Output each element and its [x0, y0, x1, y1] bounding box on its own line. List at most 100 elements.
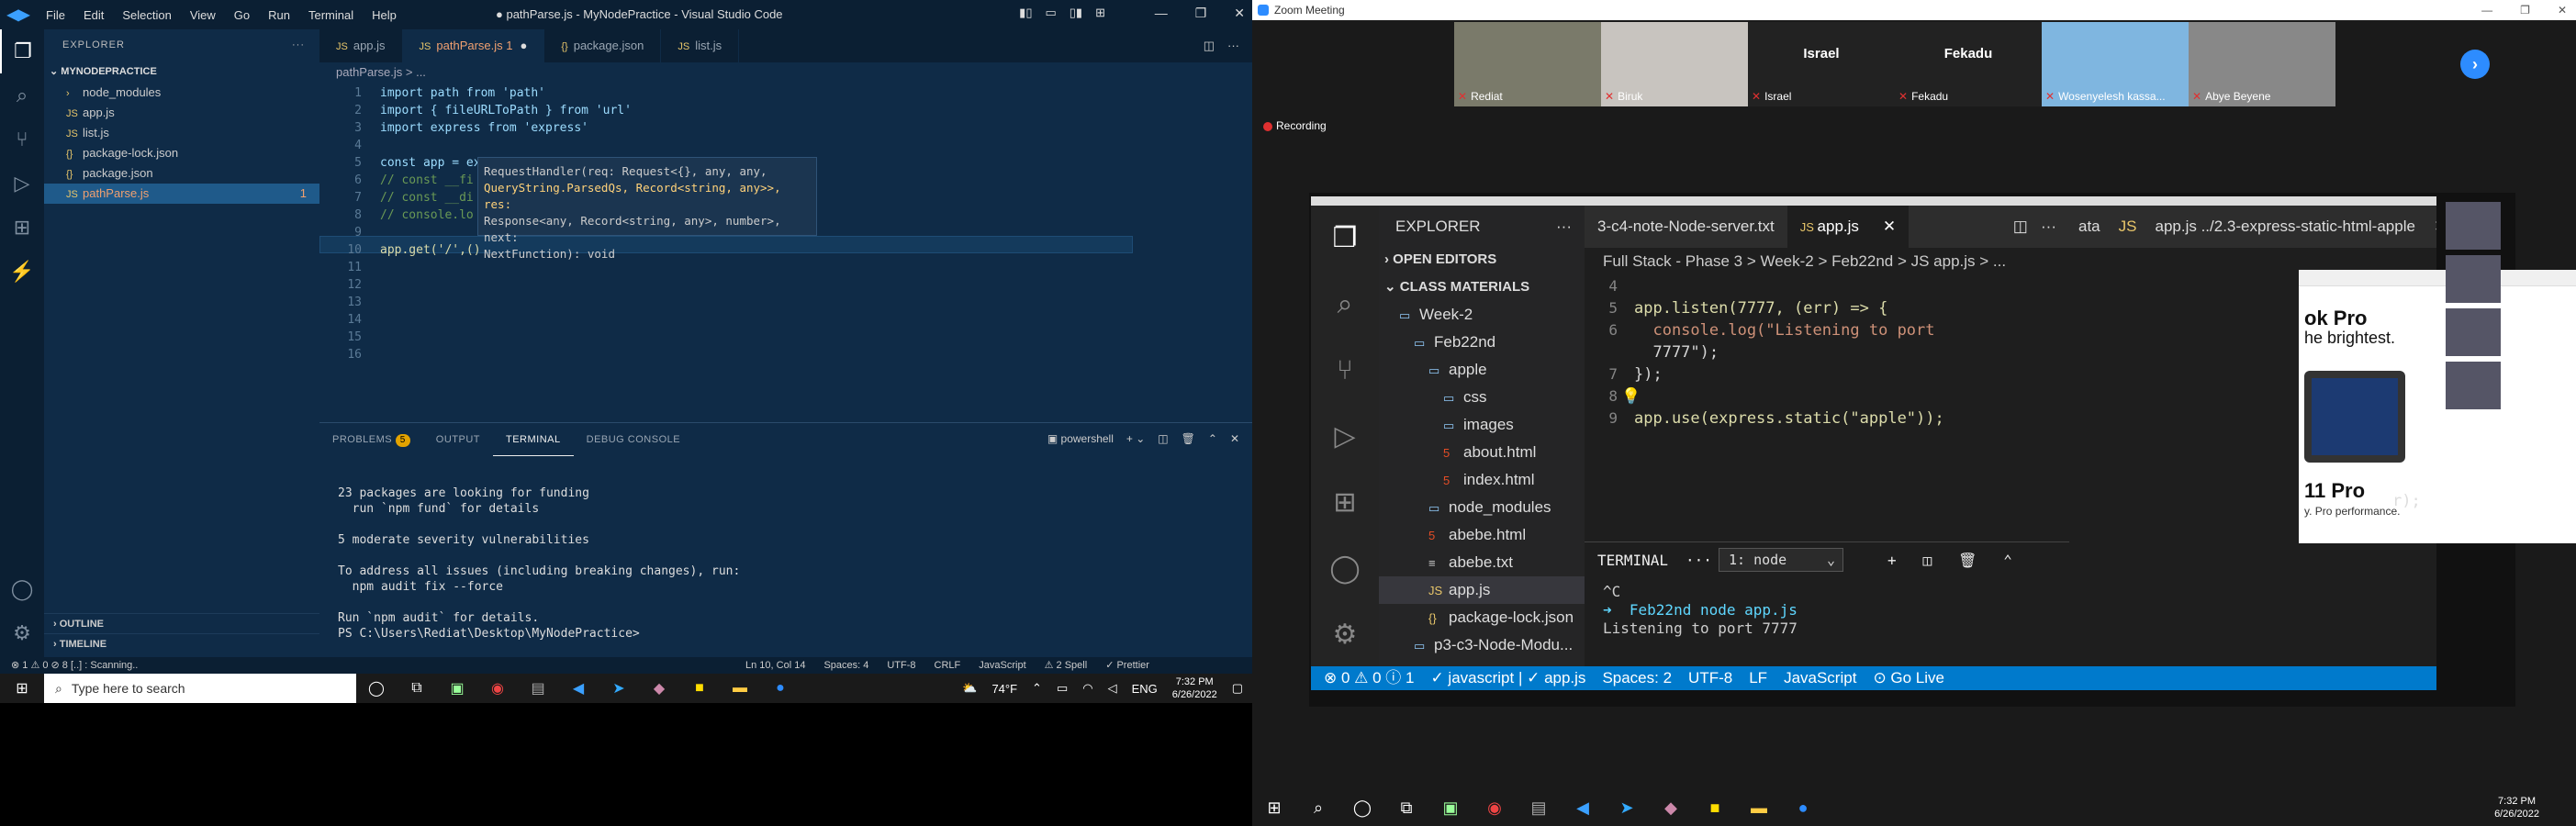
- unsaved-dot-icon[interactable]: ●: [521, 39, 528, 52]
- file-item[interactable]: {} package.json: [44, 163, 319, 184]
- participant-tile[interactable]: Israel ✕ Israel: [1748, 22, 1895, 106]
- code-line[interactable]: import { fileURLToPath } from 'url': [380, 104, 632, 117]
- tab-problems[interactable]: PROBLEMS 5: [319, 423, 423, 456]
- split-terminal-icon[interactable]: ◫: [1158, 432, 1168, 445]
- participant-tile[interactable]: ✕ Biruk: [1601, 22, 1748, 106]
- kill-terminal-icon[interactable]: 🗑: [1182, 432, 1195, 445]
- file-item[interactable]: {} package-lock.json: [44, 143, 319, 163]
- split-editor-icon[interactable]: ◫: [1204, 29, 1215, 62]
- task-view-icon[interactable]: ⧉: [1384, 798, 1428, 818]
- menu-item-terminal[interactable]: Terminal: [308, 8, 353, 22]
- terminal-app-icon[interactable]: ▣: [437, 679, 477, 698]
- weather-temp[interactable]: 74°F: [991, 682, 1017, 696]
- tab-debug-console[interactable]: DEBUG CONSOLE: [574, 423, 693, 456]
- minimize-icon[interactable]: —: [2481, 0, 2492, 20]
- menu-item-help[interactable]: Help: [372, 8, 397, 22]
- tab-output[interactable]: OUTPUT: [423, 423, 493, 456]
- status-item[interactable]: Ln 10, Col 14: [745, 657, 805, 674]
- status-item[interactable]: ⚠ 2 Spell: [1045, 657, 1088, 674]
- customize-layout-icon[interactable]: ⊞: [1095, 6, 1105, 20]
- menu-item-go[interactable]: Go: [234, 8, 250, 22]
- vscode-app-icon[interactable]: ◀: [1561, 798, 1605, 818]
- menu-item-selection[interactable]: Selection: [122, 8, 171, 22]
- toggle-sidebar-icon[interactable]: ▮▯: [1019, 6, 1032, 20]
- status-item[interactable]: UTF-8: [887, 657, 915, 674]
- folder-icon[interactable]: ▬: [1737, 798, 1781, 818]
- file-item[interactable]: JS pathParse.js 1: [44, 184, 319, 204]
- status-problems[interactable]: ⊗ 1 ⚠ 0 ⊘ 8 [..] : Scanning..: [11, 657, 138, 674]
- file-item[interactable]: JS list.js: [44, 123, 319, 143]
- sticky-notes-icon[interactable]: ■: [1693, 798, 1737, 818]
- close-icon[interactable]: ✕: [2558, 0, 2567, 20]
- code-line[interactable]: app.get('/',(): [380, 243, 481, 257]
- folder-icon[interactable]: ▬: [720, 680, 760, 697]
- toggle-panel-icon[interactable]: ▭: [1045, 6, 1056, 20]
- participant-tile[interactable]: ✕ Wosenyelesh kassa...: [2042, 22, 2189, 106]
- zoom-app-icon[interactable]: ●: [1781, 798, 1825, 818]
- windows-start-icon[interactable]: ⊞: [0, 679, 44, 698]
- explorer-app-icon[interactable]: ▤: [1517, 798, 1561, 818]
- sticky-notes-icon[interactable]: ■: [679, 680, 720, 697]
- settings-gear-icon[interactable]: ⚙: [0, 611, 44, 655]
- terminal-shell-selector[interactable]: ▣ powershell: [1047, 432, 1114, 445]
- minimize-icon[interactable]: —: [1155, 6, 1168, 21]
- file-item[interactable]: JS app.js: [44, 103, 319, 123]
- next-page-icon[interactable]: ›: [2460, 50, 2490, 79]
- status-item[interactable]: Spaces: 4: [823, 657, 868, 674]
- menu-item-file[interactable]: File: [46, 8, 65, 22]
- chrome-icon[interactable]: ◉: [477, 679, 518, 698]
- telegram-icon[interactable]: ➤: [599, 679, 639, 698]
- cortana-icon[interactable]: ◯: [356, 679, 397, 698]
- participant-tile[interactable]: ✕ Rediat: [1454, 22, 1601, 106]
- vscode-app-icon[interactable]: ◀: [558, 679, 599, 698]
- maximize-icon[interactable]: ❐: [2520, 0, 2530, 20]
- taskbar-clock[interactable]: 7:32 PM 6/26/2022: [1172, 675, 1217, 701]
- maximize-icon[interactable]: ❐: [1195, 6, 1207, 21]
- source-control-icon[interactable]: ⑂: [0, 117, 44, 162]
- cortana-icon[interactable]: ◯: [1340, 798, 1384, 818]
- recording-indicator[interactable]: Recording: [1263, 119, 1327, 132]
- status-item[interactable]: ✓ Prettier: [1105, 657, 1149, 674]
- remote-icon[interactable]: ⚡: [0, 250, 44, 294]
- menu-item-view[interactable]: View: [190, 8, 216, 22]
- git-icon[interactable]: ◆: [639, 679, 679, 698]
- participant-tile[interactable]: Fekadu ✕ Fekadu: [1895, 22, 2042, 106]
- taskbar-clock[interactable]: 7:32 PM 6/26/2022: [2494, 795, 2576, 820]
- code-line[interactable]: import path from 'path': [380, 86, 545, 100]
- close-panel-icon[interactable]: ✕: [1230, 432, 1239, 445]
- breadcrumb[interactable]: pathParse.js > ...: [319, 62, 1252, 83]
- notifications-icon[interactable]: ▢: [1232, 681, 1243, 696]
- language-indicator[interactable]: ENG: [1132, 682, 1158, 696]
- outline-section[interactable]: › OUTLINE: [44, 613, 319, 633]
- volume-icon[interactable]: ◁: [1108, 681, 1117, 696]
- search-icon[interactable]: ⌕: [0, 73, 44, 117]
- battery-icon[interactable]: ▭: [1057, 681, 1068, 696]
- terminal-app-icon[interactable]: ▣: [1428, 798, 1473, 818]
- more-actions-icon[interactable]: ···: [292, 29, 305, 61]
- participant-tile[interactable]: ✕ Abye Beyene: [2189, 22, 2335, 106]
- more-icon[interactable]: ···: [1227, 29, 1239, 62]
- toggle-secondary-icon[interactable]: ▯▮: [1070, 6, 1082, 20]
- tab-file[interactable]: JS app.js: [319, 29, 403, 62]
- file-item[interactable]: › node_modules: [44, 83, 319, 103]
- code-line[interactable]: // const __di: [380, 191, 474, 205]
- project-folder[interactable]: ⌄ MYNODEPRACTICE: [44, 61, 319, 83]
- telegram-icon[interactable]: ➤: [1605, 798, 1649, 818]
- windows-start-icon[interactable]: ⊞: [1252, 798, 1296, 818]
- code-line[interactable]: // console.lo: [380, 208, 474, 222]
- menu-item-run[interactable]: Run: [268, 8, 290, 22]
- zoom-app-icon[interactable]: ●: [760, 680, 801, 697]
- explorer-icon[interactable]: ❐: [0, 29, 44, 73]
- git-icon[interactable]: ◆: [1649, 798, 1693, 818]
- status-item[interactable]: JavaScript: [979, 657, 1025, 674]
- status-item[interactable]: CRLF: [935, 657, 961, 674]
- new-terminal-icon[interactable]: + ⌄: [1126, 432, 1145, 445]
- tab-file[interactable]: {} package.json: [544, 29, 662, 62]
- maximize-panel-icon[interactable]: ⌃: [1208, 432, 1217, 445]
- menu-item-edit[interactable]: Edit: [84, 8, 104, 22]
- explorer-app-icon[interactable]: ▤: [518, 679, 558, 698]
- code-line[interactable]: import express from 'express': [380, 121, 588, 135]
- tray-chevron-icon[interactable]: ⌃: [1032, 681, 1042, 696]
- layout-controls[interactable]: ▮▯ ▭ ▯▮ ⊞: [1019, 6, 1105, 20]
- tab-file[interactable]: JS list.js: [661, 29, 740, 62]
